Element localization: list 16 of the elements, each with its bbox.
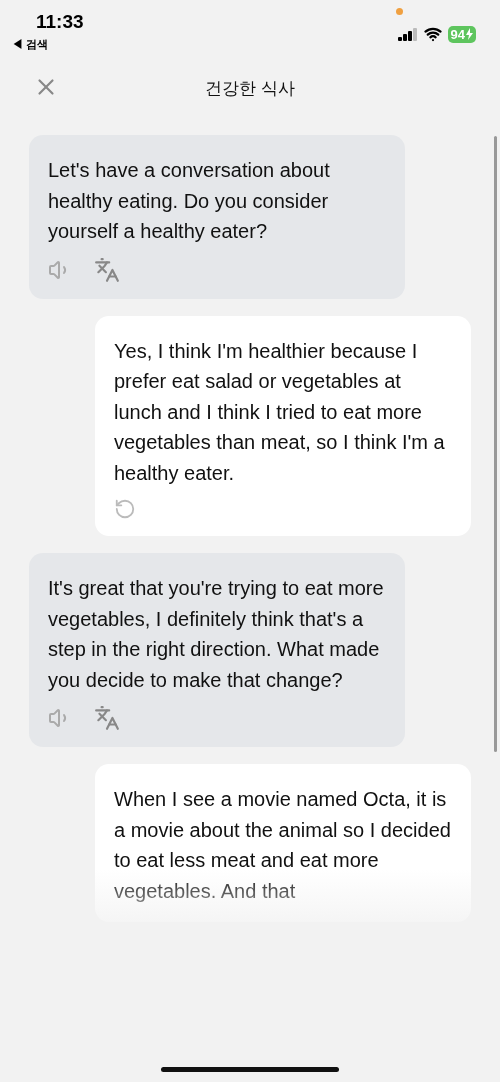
- translate-icon[interactable]: [94, 705, 120, 731]
- home-indicator[interactable]: [161, 1067, 339, 1072]
- clock-time: 11:33: [35, 11, 84, 33]
- message-text: It's great that you're trying to eat more vegetables, I definitely think that's a step in the right direction. What made you decide to make that change?: [48, 576, 385, 693]
- translate-icon[interactable]: [94, 256, 120, 283]
- scrollbar[interactable]: [494, 136, 497, 752]
- message-text: Yes, I think I'm healthier because I prefer eat salad or vegetables at lunch and I think I tried to eat more vegetables than meat, so I think I'm a healthy eater.: [114, 338, 446, 486]
- retry-icon[interactable]: [114, 498, 136, 520]
- battery-icon: 94: [447, 25, 476, 43]
- signal-icon: [397, 27, 418, 41]
- privacy-dot-icon: [396, 8, 403, 15]
- message-text: When I see a movie named Octa, it is a movie about the animal so I decided to eat less meat and eat more vegetables. And that: [114, 787, 452, 904]
- wifi-icon: [423, 25, 442, 43]
- back-link[interactable]: ◀ 검색: [12, 37, 84, 52]
- chat-title: 건강한 식사: [205, 77, 295, 100]
- message-text: Let's have a conversation about healthy eating. Do you consider yourself a healthy eater?: [48, 158, 331, 244]
